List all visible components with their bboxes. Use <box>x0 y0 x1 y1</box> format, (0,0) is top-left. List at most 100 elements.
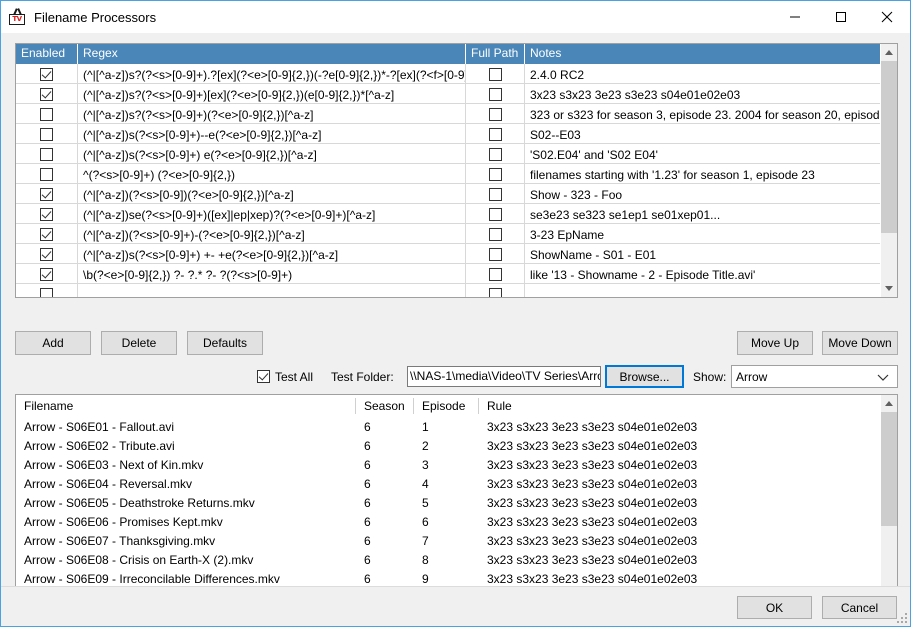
show-dropdown[interactable]: Arrow <box>731 365 898 388</box>
enabled-cell[interactable] <box>16 264 78 283</box>
column-header-enabled[interactable]: Enabled <box>16 44 78 64</box>
enabled-checkbox[interactable] <box>40 188 53 201</box>
notes-cell[interactable]: 3-23 EpName <box>525 224 897 243</box>
full-path-cell[interactable] <box>466 224 525 243</box>
regex-grid-row[interactable]: \b(?<e>[0-9]{2,}) ?- ?.* ?- ?(?<s>[0-9]+… <box>16 264 897 284</box>
test-folder-input[interactable]: \\NAS-1\media\Video\TV Series\Arrow <box>407 366 601 387</box>
maximize-button[interactable] <box>818 2 864 33</box>
full-path-checkbox[interactable] <box>489 248 502 261</box>
grid-cell[interactable] <box>78 284 466 297</box>
regex-cell[interactable]: ^(?<s>[0-9]+) (?<e>[0-9]{2,}) <box>78 164 466 183</box>
full-path-checkbox[interactable] <box>489 208 502 221</box>
results-scroll-track[interactable] <box>881 412 898 601</box>
full-path-cell[interactable] <box>466 64 525 83</box>
full-path-checkbox[interactable] <box>489 268 502 281</box>
full-path-checkbox[interactable] <box>489 108 502 121</box>
enabled-cell[interactable] <box>16 164 78 183</box>
notes-cell[interactable]: 2.4.0 RC2 <box>525 64 897 83</box>
regex-cell[interactable]: (^|[^a-z])s(?<s>[0-9]+) +- +e(?<e>[0-9]{… <box>78 244 466 263</box>
notes-cell[interactable]: like '13 - Showname - 2 - Episode Title.… <box>525 264 897 283</box>
enabled-checkbox[interactable] <box>40 148 53 161</box>
results-list-scrollbar[interactable] <box>880 395 897 618</box>
enabled-cell[interactable] <box>16 144 78 163</box>
regex-grid-row[interactable]: ^(?<s>[0-9]+) (?<e>[0-9]{2,}) filenames s… <box>16 164 897 184</box>
regex-grid-row[interactable]: (^|[^a-z])(?<s>[0-9]+)-(?<e>[0-9]{2,})[^… <box>16 224 897 244</box>
defaults-button[interactable]: Defaults <box>187 331 263 355</box>
regex-grid-row[interactable]: (^|[^a-z])s?(?<s>[0-9]+).?[ex](?<e>[0-9]… <box>16 64 897 84</box>
regex-grid-row[interactable]: (^|[^a-z])(?<s>[0-9])(?<e>[0-9]{2,})[^a-… <box>16 184 897 204</box>
browse-button[interactable]: Browse... <box>605 365 684 388</box>
enabled-checkbox[interactable] <box>40 248 53 261</box>
results-scroll-up-button[interactable] <box>881 395 898 412</box>
enabled-checkbox[interactable] <box>40 128 53 141</box>
full-path-cell[interactable] <box>466 264 525 283</box>
notes-cell[interactable]: filenames starting with '1.23' for seaso… <box>525 164 897 183</box>
full-path-cell[interactable] <box>466 84 525 103</box>
enabled-checkbox[interactable] <box>40 108 53 121</box>
enabled-cell[interactable] <box>16 84 78 103</box>
regex-cell[interactable]: (^|[^a-z])(?<s>[0-9])(?<e>[0-9]{2,})[^a-… <box>78 184 466 203</box>
enabled-cell[interactable] <box>16 184 78 203</box>
regex-cell[interactable]: (^|[^a-z])s(?<s>[0-9]+)--e(?<e>[0-9]{2,}… <box>78 124 466 143</box>
enabled-cell[interactable] <box>16 104 78 123</box>
regex-cell[interactable]: (^|[^a-z])s?(?<s>[0-9]+)[ex](?<e>[0-9]{2… <box>78 84 466 103</box>
results-column-episode[interactable]: Episode <box>414 398 479 414</box>
close-button[interactable] <box>864 2 910 33</box>
full-path-checkbox[interactable] <box>489 68 502 81</box>
regex-grid-row[interactable]: (^|[^a-z])s?(?<s>[0-9]+)(?<e>[0-9]{2,})[… <box>16 104 897 124</box>
full-path-checkbox[interactable] <box>489 128 502 141</box>
cancel-button[interactable]: Cancel <box>822 596 897 619</box>
regex-cell[interactable]: (^|[^a-z])s?(?<s>[0-9]+).?[ex](?<e>[0-9]… <box>78 64 466 83</box>
results-row[interactable]: Arrow - S06E08 - Crisis on Earth-X (2).m… <box>16 550 897 569</box>
results-row[interactable]: Arrow - S06E06 - Promises Kept.mkv663x23… <box>16 512 897 531</box>
minimize-button[interactable] <box>772 2 818 33</box>
full-path-checkbox[interactable] <box>489 228 502 241</box>
regex-scroll-track[interactable] <box>881 61 898 280</box>
notes-cell[interactable]: Show - 323 - Foo <box>525 184 897 203</box>
results-scroll-thumb[interactable] <box>881 412 898 526</box>
grid-cell[interactable] <box>525 284 897 297</box>
regex-grid-row[interactable]: (^|[^a-z])s(?<s>[0-9]+) +- +e(?<e>[0-9]{… <box>16 244 897 264</box>
enabled-checkbox[interactable] <box>40 208 53 221</box>
enabled-cell[interactable] <box>16 224 78 243</box>
full-path-checkbox[interactable] <box>489 188 502 201</box>
regex-grid-row[interactable]: (^|[^a-z])s(?<s>[0-9]+) e(?<e>[0-9]{2,})… <box>16 144 897 164</box>
regex-grid-row[interactable]: (^|[^a-z])s(?<s>[0-9]+)--e(?<e>[0-9]{2,}… <box>16 124 897 144</box>
regex-cell[interactable]: (^|[^a-z])s?(?<s>[0-9]+)(?<e>[0-9]{2,})[… <box>78 104 466 123</box>
regex-cell[interactable]: (^|[^a-z])(?<s>[0-9]+)-(?<e>[0-9]{2,})[^… <box>78 224 466 243</box>
notes-cell[interactable]: 323 or s323 for season 3, episode 23. 20… <box>525 104 897 123</box>
scroll-down-button[interactable] <box>881 280 898 297</box>
column-header-notes[interactable]: Notes <box>525 44 897 64</box>
checkbox[interactable] <box>40 288 53 297</box>
results-row[interactable]: Arrow - S06E04 - Reversal.mkv643x23 s3x2… <box>16 474 897 493</box>
full-path-checkbox[interactable] <box>489 148 502 161</box>
regex-grid-row[interactable]: (^|[^a-z])se(?<s>[0-9]+)([ex]|ep|xep)?(?… <box>16 204 897 224</box>
test-all-checkbox[interactable]: Test All <box>257 370 313 384</box>
ok-button[interactable]: OK <box>737 596 812 619</box>
full-path-cell[interactable] <box>466 184 525 203</box>
results-column-filename[interactable]: Filename <box>16 398 356 414</box>
full-path-cell[interactable] <box>466 144 525 163</box>
column-header-regex[interactable]: Regex <box>78 44 466 64</box>
regex-grid-row[interactable] <box>16 284 897 297</box>
enabled-cell[interactable] <box>16 244 78 263</box>
enabled-checkbox[interactable] <box>40 68 53 81</box>
scroll-up-button[interactable] <box>881 44 898 61</box>
results-row[interactable]: Arrow - S06E05 - Deathstroke Returns.mkv… <box>16 493 897 512</box>
results-row[interactable]: Arrow - S06E02 - Tribute.avi623x23 s3x23… <box>16 436 897 455</box>
enabled-checkbox[interactable] <box>40 228 53 241</box>
regex-cell[interactable]: (^|[^a-z])se(?<s>[0-9]+)([ex]|ep|xep)?(?… <box>78 204 466 223</box>
enabled-checkbox[interactable] <box>40 268 53 281</box>
add-button[interactable]: Add <box>15 331 91 355</box>
enabled-cell[interactable] <box>16 64 78 83</box>
full-path-cell[interactable] <box>466 104 525 123</box>
regex-scroll-thumb[interactable] <box>881 61 898 233</box>
full-path-cell[interactable] <box>466 124 525 143</box>
notes-cell[interactable]: se3e23 se323 se1ep1 se01xep01... <box>525 204 897 223</box>
regex-cell[interactable]: (^|[^a-z])s(?<s>[0-9]+) e(?<e>[0-9]{2,})… <box>78 144 466 163</box>
full-path-cell[interactable] <box>466 244 525 263</box>
notes-cell[interactable]: 'S02.E04' and 'S02 E04' <box>525 144 897 163</box>
notes-cell[interactable]: 3x23 s3x23 3e23 s3e23 s04e01e02e03 <box>525 84 897 103</box>
enabled-checkbox[interactable] <box>40 88 53 101</box>
results-row[interactable]: Arrow - S06E01 - Fallout.avi613x23 s3x23… <box>16 417 897 436</box>
